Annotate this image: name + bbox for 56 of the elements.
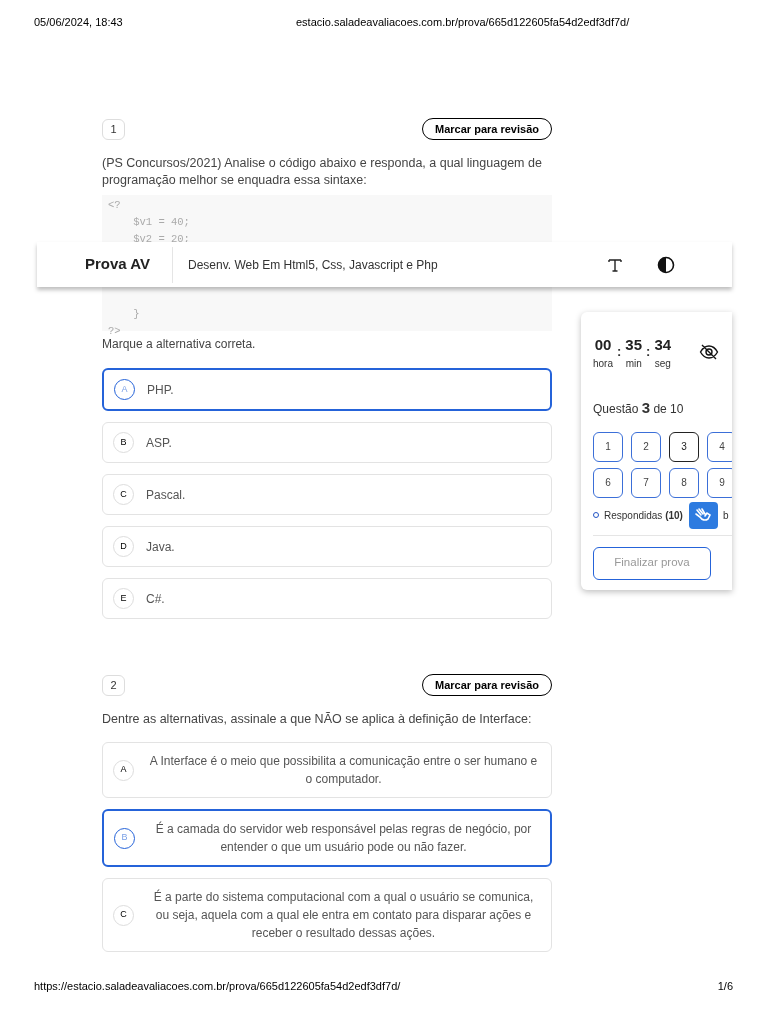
answered-legend: Respondidas (10) [604, 507, 683, 523]
question-number: 1 [102, 118, 125, 140]
legend-text: b [722, 508, 729, 523]
option-text: C#. [146, 590, 166, 608]
question-number: 2 [102, 674, 125, 696]
option-text: ASP. [146, 434, 173, 452]
option-text: Java. [146, 538, 176, 556]
question-nav-button[interactable]: 7 [631, 467, 661, 498]
timer-unit: seg [654, 357, 671, 371]
hide-timer-icon[interactable] [699, 344, 720, 360]
timer-value: 34 [654, 336, 672, 354]
course-name: Desenv. Web Em Html5, Css, Javascript e Php [188, 256, 438, 274]
print-url: estacio.saladeavaliacoes.com.br/prova/665d122605fa54d2edf3df7d/ [296, 14, 630, 30]
question-nav-button[interactable]: 3 [669, 431, 699, 462]
code-line: $v1 = 40; [132, 215, 191, 230]
answer-option[interactable]: A PHP. [102, 368, 552, 411]
answer-option[interactable]: B ASP. [102, 422, 552, 463]
question-text: (PS Concursos/2021) Analise o código abaixo e responda, a qual linguagem de programação melhor se enquadra essa sintaxe: [102, 155, 543, 189]
option-text: É a parte do sistema computacional com a qual o usuário se comunica, ou seja, aquela com a qual ele entra em contato para disparar ações e receber o resultado dessas ações. [152, 888, 535, 942]
timer-separator: : [617, 343, 622, 361]
question-nav-button[interactable]: 8 [669, 467, 699, 498]
prompt-text: Marque a alternativa correta. [102, 336, 257, 353]
answer-option[interactable]: B É a camada do servidor web responsável pelas regras de negócio, por entender o que um usuário pode ou não fazer. [102, 809, 552, 867]
code-line: $v2 = 20; [132, 232, 191, 247]
option-text: Pascal. [146, 486, 187, 504]
question-counter: Questão 3 de 10 [593, 398, 685, 418]
answer-option[interactable]: D Java. [102, 526, 552, 567]
code-line: } [132, 307, 141, 322]
answer-option[interactable]: C É a parte do sistema computacional com a qual o usuário se comunica, ou seja, aquela com a qual ele entra em contato para disparar ações e receber o resultado dessas ações. [102, 878, 552, 952]
timer-unit: hora [593, 357, 613, 371]
timer-value: 35 [625, 336, 643, 354]
print-url: https://estacio.saladeavaliacoes.com.br/prova/665d122605fa54d2edf3df7d/ [34, 979, 401, 994]
app-title: Prova AV [85, 254, 151, 275]
print-date: 05/06/2024, 18:43 [34, 14, 124, 30]
option-text: É a camada do servidor web responsável pelas regras de negócio, por entender o que um usuário pode ou não fazer. [154, 820, 533, 856]
option-text: A Interface é o meio que possibilita a comunicação entre o ser humano e o computador. [148, 753, 539, 788]
answer-option[interactable]: E C#. [102, 578, 552, 619]
question-nav-button[interactable]: 2 [631, 431, 661, 462]
sign-language-button[interactable] [688, 501, 718, 529]
timer-value: 00 [594, 336, 612, 354]
question-nav-button[interactable]: 6 [593, 467, 623, 498]
timer-separator: : [646, 343, 651, 361]
question-nav-button[interactable]: 4 [707, 431, 732, 462]
answer-option[interactable]: C Pascal. [102, 474, 552, 515]
page-number: 1/6 [717, 979, 733, 994]
timer-unit: min [625, 357, 642, 371]
question-text: Dentre as alternativas, assinale a que NÃO se aplica à definição de Interface: [102, 711, 533, 728]
font-size-icon[interactable] [607, 256, 623, 273]
code-line: ?> [108, 324, 122, 339]
hands-icon [694, 507, 713, 523]
code-line: <? [108, 198, 122, 213]
option-text: PHP. [147, 381, 175, 399]
answer-option[interactable]: A A Interface é o meio que possibilita a comunicação entre o ser humano e o computador. [102, 742, 552, 798]
contrast-icon[interactable] [657, 255, 675, 274]
question-nav-button[interactable]: 9 [707, 467, 732, 498]
question-nav-button[interactable]: 1 [593, 431, 623, 462]
